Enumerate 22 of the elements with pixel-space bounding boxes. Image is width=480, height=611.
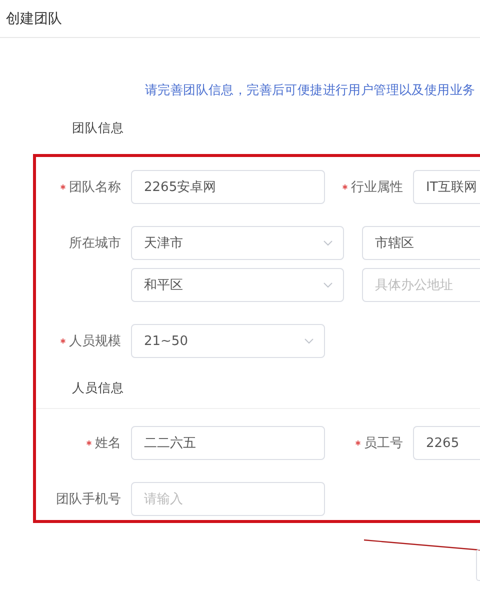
input-field[interactable]: 2265	[413, 426, 480, 460]
section-title: 人员信息	[71, 380, 125, 397]
input-field[interactable]: IT互联网	[413, 170, 480, 204]
notice-text: 请完善团队信息，完善后可便捷进行用户管理以及使用业务	[145, 82, 476, 97]
chevron-down-icon	[323, 240, 333, 246]
field-label: 团队名称	[69, 179, 121, 196]
chevron-down-icon	[323, 282, 333, 288]
input-field[interactable]: 市辖区	[362, 226, 480, 260]
page-title: 创建团队	[6, 10, 62, 28]
input-field[interactable]: 2265安卓网	[131, 170, 325, 204]
select-field[interactable]: 和平区	[131, 268, 344, 302]
field-label: 团队手机号	[56, 491, 121, 508]
section-title: 团队信息	[71, 119, 125, 137]
select-field[interactable]: 21~50	[131, 324, 325, 358]
field-label: 姓名	[95, 435, 121, 452]
select-field[interactable]: 天津市	[131, 226, 344, 260]
input-field[interactable]: 二二六五	[131, 426, 325, 460]
field-label: 员工号	[364, 435, 403, 452]
field-label: 行业属性	[351, 179, 403, 196]
field-label: 所在城市	[69, 235, 121, 252]
chevron-down-icon	[304, 338, 314, 344]
field-label: 人员规模	[69, 333, 121, 350]
